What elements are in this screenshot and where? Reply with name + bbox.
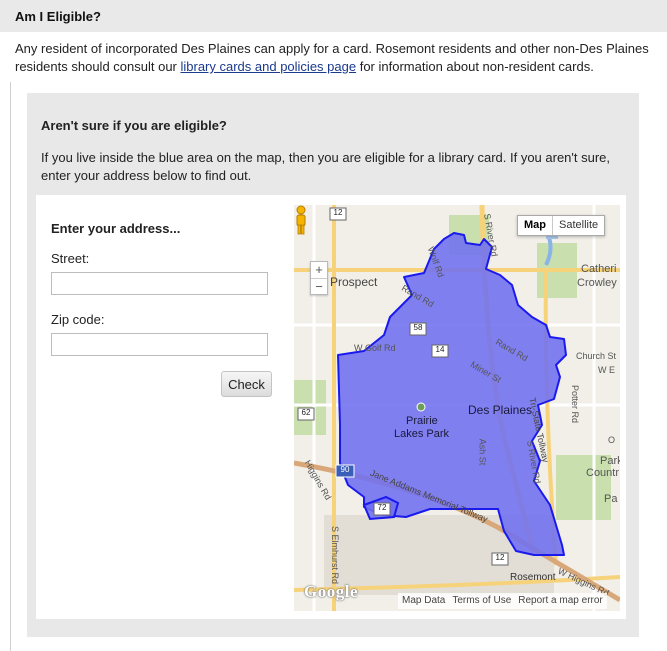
map-label-crowley: Crowley bbox=[577, 277, 617, 289]
map-label-potter-rd: Potter Rd bbox=[570, 384, 581, 424]
route-12-label: 12 bbox=[333, 208, 343, 217]
map-type-control: Map Satellite bbox=[517, 215, 606, 236]
zoom-control: + − bbox=[310, 261, 328, 295]
map-type-satellite-button[interactable]: Satellite bbox=[553, 216, 604, 235]
address-form-title: Enter your address... bbox=[51, 221, 181, 236]
map-label-des-plaines: Des Plaines bbox=[468, 403, 533, 417]
library-cards-policies-link[interactable]: library cards and policies page bbox=[180, 59, 356, 74]
street-label: Street: bbox=[51, 251, 90, 266]
map-label-pa: Pa bbox=[604, 493, 618, 505]
route-72-label: 72 bbox=[377, 503, 387, 512]
map-type-map-button[interactable]: Map bbox=[518, 216, 552, 235]
route-14-label: 14 bbox=[435, 345, 445, 354]
route-12-label-b: 12 bbox=[495, 553, 505, 562]
map-footer: Map Data Terms of Use Report a map error bbox=[398, 593, 607, 609]
intro-text-after: for information about non-resident cards… bbox=[356, 59, 594, 74]
content-border bbox=[10, 82, 11, 651]
map-label-prospect: Prospect bbox=[330, 275, 378, 289]
map-label-countr: Countr bbox=[586, 467, 620, 479]
route-90-label: 90 bbox=[340, 465, 350, 474]
map-label-park: Park bbox=[600, 455, 620, 467]
street-view-pegman-icon[interactable] bbox=[294, 205, 308, 235]
street-input[interactable] bbox=[51, 272, 268, 295]
route-62-label: 62 bbox=[301, 408, 311, 417]
check-button[interactable]: Check bbox=[221, 371, 272, 397]
intro-text: Any resident of incorporated Des Plaines… bbox=[15, 40, 655, 76]
map-label-catheri: Catheri bbox=[581, 263, 617, 275]
map-label-s-elmhurst-rd: S Elmhurst Rd bbox=[330, 525, 341, 585]
terms-of-use-link[interactable]: Terms of Use bbox=[452, 593, 511, 609]
map-label-lakes-park: Lakes Park bbox=[394, 428, 450, 440]
map-data-link[interactable]: Map Data bbox=[402, 593, 445, 609]
map-label-rosemont: Rosemont bbox=[510, 572, 556, 583]
zoom-in-button[interactable]: + bbox=[311, 262, 327, 278]
page-title: Am I Eligible? bbox=[15, 9, 101, 24]
zip-code-input[interactable] bbox=[51, 333, 268, 356]
park-marker-icon bbox=[416, 402, 426, 412]
panel-heading: Aren't sure if you are eligible? bbox=[41, 118, 227, 133]
eligibility-checker: Enter your address... Street: Zip code: … bbox=[36, 195, 626, 619]
google-logo: Google bbox=[304, 582, 358, 601]
map-label-w-golf-rd: W Golf Rd bbox=[354, 343, 396, 353]
map-label-prairie: Prairie bbox=[406, 415, 438, 427]
panel-description: If you live inside the blue area on the … bbox=[41, 150, 611, 183]
map-label-w-e: W E bbox=[598, 365, 615, 375]
header-bar: Am I Eligible? bbox=[0, 0, 667, 32]
eligibility-panel: Aren't sure if you are eligible? If you … bbox=[27, 93, 639, 637]
map-label-church-st: Church St bbox=[576, 351, 617, 361]
zip-code-label: Zip code: bbox=[51, 312, 105, 327]
map-label-ash-st: Ash St bbox=[477, 438, 488, 466]
map-label-o: O bbox=[608, 435, 616, 445]
report-map-error-link[interactable]: Report a map error bbox=[518, 593, 602, 609]
zoom-out-button[interactable]: − bbox=[311, 279, 327, 295]
route-58-label: 58 bbox=[413, 323, 423, 332]
eligibility-map[interactable]: Map Satellite + − Prospect Catheri Crowl… bbox=[294, 205, 620, 611]
